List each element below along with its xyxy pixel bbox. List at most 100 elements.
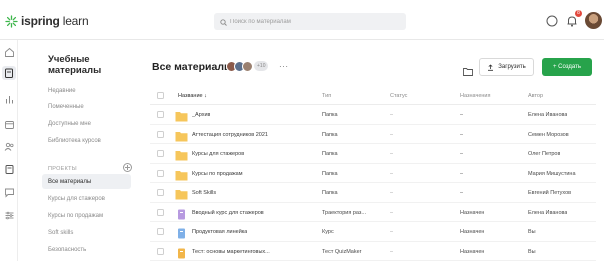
sidebar-project-all[interactable]: Все материалы — [48, 179, 91, 185]
material-name[interactable]: Тест: основы маркетинговых... — [192, 249, 270, 255]
table-row[interactable]: _Архив Папка – – Елена Иванова — [150, 105, 596, 125]
sidebar-link-course-library[interactable]: Библиотека курсов — [48, 138, 101, 144]
material-status: – — [390, 190, 394, 196]
new-folder-icon[interactable] — [463, 63, 473, 76]
material-name[interactable]: _Архив — [192, 112, 210, 118]
material-name[interactable]: Аттестация сотрудников 2021 — [192, 132, 268, 138]
avatar — [242, 60, 253, 72]
notification-badge: 8 — [575, 10, 582, 17]
material-type: Курс — [322, 229, 334, 235]
select-all-checkbox[interactable] — [157, 92, 164, 99]
sidebar-link-recent[interactable]: Недавние — [48, 88, 76, 94]
table-row[interactable]: Курсы для стажеров Папка – – Олег Петров — [150, 144, 596, 164]
table-row[interactable]: Soft Skills Папка – – Евгений Петухов — [150, 183, 596, 203]
more-options-icon[interactable]: ··· — [279, 62, 289, 71]
avatars-more-count: +10 — [254, 61, 269, 71]
row-checkbox[interactable] — [157, 169, 164, 177]
column-header-type[interactable]: Тип — [322, 93, 331, 99]
table-row[interactable]: Курсы по продажам Папка – – Мария Мишустина — [150, 164, 596, 183]
table-row[interactable]: Продуктовая линейка Курс – Назначен Вы — [150, 222, 596, 242]
projects-section-label: ПРОЕКТЫ — [48, 166, 77, 172]
folder-icon — [175, 187, 188, 200]
materials-sidebar: Учебные материалы Недавние Помеченные До… — [34, 40, 134, 261]
search-input[interactable] — [230, 18, 400, 25]
material-status: – — [390, 151, 394, 157]
search-bar[interactable] — [214, 13, 406, 30]
sidebar-title: Учебные материалы — [48, 54, 102, 76]
material-status: – — [390, 131, 394, 138]
folder-icon — [175, 129, 188, 141]
material-status: – — [390, 170, 394, 177]
material-status: – — [390, 248, 394, 255]
table-row[interactable]: Аттестация сотрудников 2021 Папка – – Семен … — [150, 125, 596, 144]
table-header: Название ↓ Тип Статус Назначения Автор — [150, 87, 596, 105]
ispring-learn-logo[interactable]: ispring learn — [5, 13, 89, 29]
create-button[interactable]: + Создать — [542, 58, 592, 76]
material-type: Траектория раз... — [322, 209, 367, 216]
material-author: Мария Мишустина — [528, 170, 576, 177]
material-assignment: Назначен — [460, 209, 485, 216]
upload-icon — [488, 63, 494, 71]
sidebar-link-shared[interactable]: Доступные мне — [48, 121, 91, 127]
material-assignment: Назначен — [460, 229, 485, 235]
quiz-icon — [175, 246, 188, 258]
logo-text: ispring learn — [21, 14, 89, 28]
assignments-icon[interactable] — [4, 164, 15, 175]
material-type: Папка — [322, 170, 338, 177]
material-assignment: – — [460, 112, 464, 118]
column-header-name[interactable]: Название ↓ — [178, 93, 207, 99]
row-checkbox[interactable] — [157, 130, 164, 138]
reports-icon[interactable] — [4, 94, 15, 105]
course-icon — [175, 226, 188, 239]
main-content: Все материалы +10 ··· Загрузить + Создат… — [136, 40, 604, 261]
material-assignment: Назначен — [460, 248, 485, 255]
column-header-status[interactable]: Статус — [390, 93, 407, 99]
material-author: Елена Иванова — [528, 112, 568, 118]
settings-sliders-icon[interactable] — [4, 210, 15, 221]
chat-icon[interactable] — [4, 187, 15, 198]
collaborators-avatars[interactable]: +10 — [226, 60, 269, 72]
sidebar-project-interns[interactable]: Курсы для стажеров — [48, 196, 105, 202]
sidebar-project-soft-skills[interactable]: Soft skills — [48, 230, 73, 236]
table-row[interactable]: Тест: основы маркетинговых... Тест QuizMa… — [150, 242, 596, 261]
row-checkbox[interactable] — [157, 208, 164, 216]
material-author: Вы — [528, 229, 536, 235]
material-author: Семен Морозов — [528, 131, 569, 138]
row-checkbox[interactable] — [157, 150, 164, 157]
material-assignment: – — [460, 131, 464, 138]
material-type: Папка — [322, 190, 338, 196]
material-author: Вы — [528, 248, 536, 255]
column-header-assignments[interactable]: Назначения — [460, 93, 490, 99]
row-checkbox[interactable] — [157, 189, 164, 196]
sidebar-link-starred[interactable]: Помеченные — [48, 104, 84, 110]
material-name[interactable]: Продуктовая линейка — [192, 229, 247, 235]
row-checkbox[interactable] — [157, 228, 164, 235]
folder-icon — [175, 148, 188, 161]
left-icon-rail — [0, 40, 18, 261]
upload-button[interactable]: Загрузить — [479, 58, 534, 76]
material-name[interactable]: Курсы по продажам — [192, 171, 243, 177]
material-name[interactable]: Soft Skills — [192, 190, 216, 196]
help-chat-icon[interactable] — [545, 14, 559, 28]
sidebar-project-sales[interactable]: Курсы по продажам — [48, 213, 103, 219]
material-type: Папка — [322, 131, 338, 138]
material-status: – — [390, 229, 394, 235]
material-name[interactable]: Вводный курс для стажеров — [192, 210, 264, 216]
row-checkbox[interactable] — [157, 111, 164, 118]
users-icon[interactable] — [4, 141, 15, 152]
home-icon[interactable] — [4, 47, 15, 58]
library-icon[interactable] — [2, 66, 16, 80]
add-project-icon[interactable] — [123, 163, 132, 172]
page-title: Все материалы — [152, 61, 233, 73]
calendar-icon[interactable] — [4, 119, 15, 130]
material-name[interactable]: Курсы для стажеров — [192, 151, 244, 157]
column-header-author[interactable]: Автор — [528, 93, 543, 99]
top-bar: ispring learn 8 — [0, 0, 604, 40]
table-row[interactable]: Вводный курс для стажеров Траектория раз.… — [150, 203, 596, 222]
user-avatar[interactable] — [585, 12, 602, 29]
row-checkbox[interactable] — [157, 247, 164, 255]
material-type: Тест QuizMaker — [322, 248, 362, 255]
notifications-bell-icon[interactable]: 8 — [565, 10, 582, 28]
sidebar-project-security[interactable]: Безопасность — [48, 247, 86, 253]
material-status: – — [390, 112, 394, 118]
